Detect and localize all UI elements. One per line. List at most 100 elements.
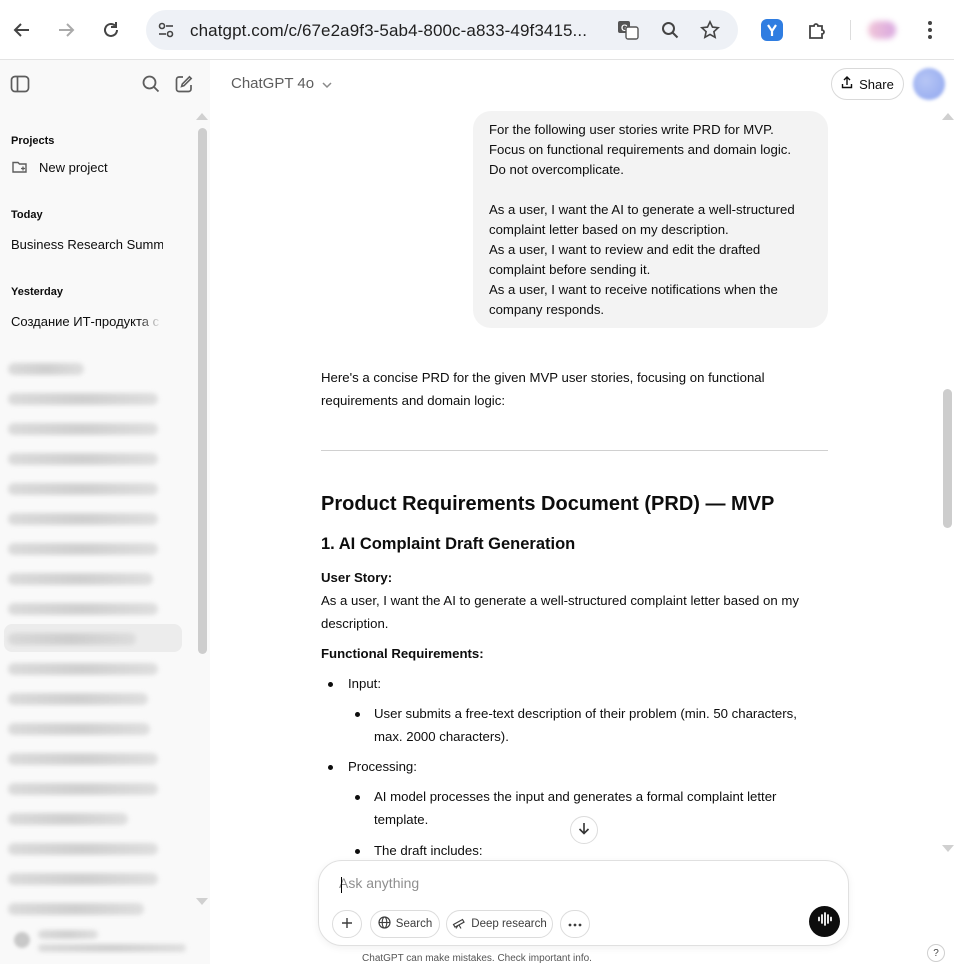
bullet-marker — [328, 682, 333, 687]
toolbar-divider — [850, 20, 851, 40]
user-message-line: complaint before sending it. — [489, 262, 651, 277]
blurred-history-item[interactable] — [8, 693, 148, 705]
sidebar-scroll-up-icon[interactable] — [196, 113, 208, 120]
help-button[interactable]: ? — [927, 944, 945, 962]
projects-heading: Projects — [11, 135, 55, 147]
main-scrollbar[interactable] — [943, 389, 952, 528]
blurred-history-item[interactable] — [8, 423, 158, 435]
browser-menu-icon[interactable] — [916, 16, 944, 44]
bookmark-star-icon[interactable] — [698, 18, 722, 42]
telescope-icon — [452, 916, 466, 932]
processing-label: Processing: — [348, 759, 417, 774]
scroll-to-bottom-button[interactable] — [570, 816, 598, 844]
bullet-marker — [355, 795, 360, 800]
blurred-history-item[interactable] — [8, 873, 158, 885]
input-label: Input: — [348, 676, 381, 691]
today-heading: Today — [11, 209, 43, 221]
reload-icon[interactable] — [95, 14, 127, 46]
blurred-history-item[interactable] — [8, 783, 158, 795]
profile-avatar-icon[interactable] — [868, 16, 896, 44]
blurred-history-item[interactable] — [8, 543, 158, 555]
sidebar-scrollbar[interactable] — [198, 128, 207, 654]
blurred-history-item[interactable] — [8, 633, 136, 645]
user-message-line: complaint letter based on my description… — [489, 222, 729, 237]
user-message-line: For the following user stories write PRD… — [489, 122, 774, 137]
user-avatar[interactable] — [14, 932, 30, 948]
search-icon[interactable] — [139, 72, 163, 96]
sidebar: Projects New project Today Business Rese… — [0, 60, 210, 964]
blurred-history-item[interactable] — [8, 603, 158, 615]
attach-button[interactable] — [332, 910, 362, 938]
section-heading: 1. AI Complaint Draft Generation — [321, 535, 576, 553]
model-selector[interactable]: ChatGPT 4o — [231, 75, 332, 93]
blurred-history-item[interactable] — [8, 573, 153, 585]
blurred-user-name[interactable] — [38, 930, 98, 939]
intro-line: requirements and domain logic: — [321, 393, 505, 408]
search-button[interactable]: Search — [370, 910, 440, 938]
deep-research-label: Deep research — [471, 918, 547, 930]
user-story-text: As a user, I want the AI to generate a w… — [321, 589, 831, 635]
input-item-line: max. 2000 characters). — [374, 729, 509, 744]
blurred-history-item[interactable] — [8, 663, 158, 675]
user-message-line: company responds. — [489, 302, 605, 317]
user-message: For the following user stories write PRD… — [473, 111, 828, 328]
arrow-down-icon — [578, 822, 590, 838]
forward-arrow-icon[interactable] — [50, 14, 82, 46]
text-caret — [341, 877, 342, 893]
more-horizontal-icon — [568, 918, 582, 930]
sidebar-item-new-project[interactable]: New project — [39, 160, 191, 175]
folder-plus-icon — [12, 160, 28, 179]
bullet-marker — [355, 849, 360, 854]
back-arrow-icon[interactable] — [6, 14, 38, 46]
sidebar-toggle-icon[interactable] — [8, 72, 32, 96]
voice-mode-button[interactable] — [809, 906, 840, 937]
blurred-history-item[interactable] — [8, 843, 158, 855]
blurred-history-item[interactable] — [8, 513, 158, 525]
bullet-marker — [328, 765, 333, 770]
address-bar[interactable]: chatgpt.com/c/67e2a9f3-5ab4-800c-a833-49… — [146, 10, 738, 50]
input-item-line: User submits a free-text description of … — [374, 706, 797, 721]
blurred-history-item[interactable] — [8, 813, 128, 825]
blurred-history-item[interactable] — [8, 393, 158, 405]
sidebar-scroll-down-icon[interactable] — [196, 898, 208, 905]
zoom-icon[interactable] — [658, 18, 682, 42]
blurred-history-item[interactable] — [8, 753, 158, 765]
chevron-down-icon — [322, 76, 332, 93]
processing-item-line: AI model processes the input and generat… — [374, 789, 777, 804]
composer: Search Deep research — [318, 860, 849, 946]
more-tools-button[interactable] — [560, 910, 590, 938]
sidebar-item-business-research[interactable]: Business Research Summary — [11, 237, 163, 252]
processing-item: AI model processes the input and generat… — [374, 785, 824, 831]
prompt-input[interactable] — [339, 875, 799, 891]
share-icon — [841, 76, 853, 92]
bullet-marker — [355, 712, 360, 717]
blurred-history-item[interactable] — [8, 453, 158, 465]
main-scroll-up-icon[interactable] — [942, 113, 954, 120]
user-story-label: User Story: — [321, 570, 393, 585]
account-avatar[interactable] — [913, 68, 945, 100]
draft-item: The draft includes: — [374, 843, 483, 858]
yesterday-heading: Yesterday — [11, 286, 63, 298]
sidebar-item-it-product[interactable]: Создание ИТ-продукта с ИИ — [11, 314, 161, 329]
input-item: User submits a free-text description of … — [374, 702, 824, 748]
blurred-user-plan — [38, 944, 186, 952]
user-message-line: As a user, I want to review and edit the… — [489, 242, 761, 257]
blurred-history-item[interactable] — [8, 723, 150, 735]
extensions-puzzle-icon[interactable] — [803, 16, 831, 44]
chat-header: ChatGPT 4o Share — [210, 60, 954, 108]
share-button[interactable]: Share — [831, 68, 904, 100]
intro-line: Here's a concise PRD for the given MVP u… — [321, 370, 765, 385]
user-story-line: As a user, I want the AI to generate a w… — [321, 593, 799, 608]
browser-toolbar: chatgpt.com/c/67e2a9f3-5ab4-800c-a833-49… — [0, 0, 954, 60]
blurred-history-item[interactable] — [8, 903, 144, 915]
blurred-history-item[interactable] — [8, 483, 158, 495]
user-message-line: Focus on functional requirements and dom… — [489, 142, 792, 157]
main-scroll-down-icon[interactable] — [942, 845, 954, 852]
yandex-extension-icon[interactable] — [758, 16, 786, 44]
site-settings-icon[interactable] — [154, 18, 178, 42]
new-chat-icon[interactable] — [172, 72, 196, 96]
blurred-history-item[interactable] — [8, 363, 84, 375]
translate-icon[interactable]: G — [616, 18, 640, 42]
deep-research-button[interactable]: Deep research — [446, 910, 553, 938]
processing-item-line: template. — [374, 812, 429, 827]
